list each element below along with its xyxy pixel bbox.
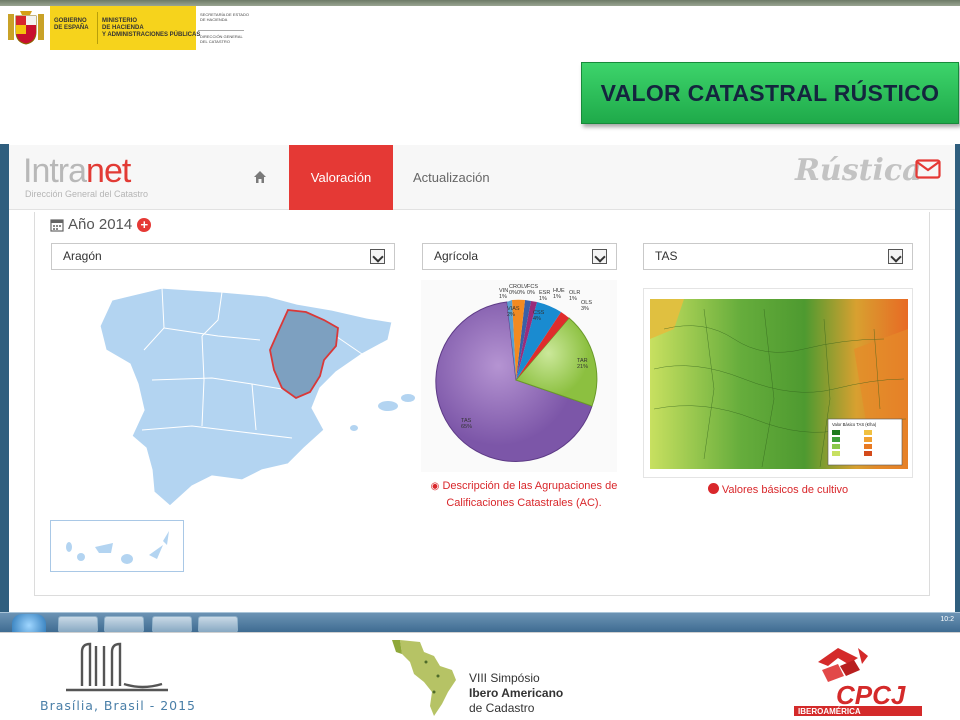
pie-chart-svg: VIN 1% CR 0% OLV 0% FCS 0% ESR 1% HUE 1% OLR 1%… [435,284,598,462]
region-select-value: Aragón [63,249,102,263]
crop-select-value: TAS [655,249,678,263]
symposium-line-1: VIII Simpósio [469,671,540,685]
pie-label-vin: VIN 1% [499,288,508,300]
pie-label-tar: TAR 21% [577,358,588,370]
cpcj-text: CPCJ [836,680,906,710]
pie-label-fcs: FCS 0% [527,284,538,296]
secretaria-text: SECRETARÍA DE ESTADO DE HACIENDA [200,12,249,22]
intranet-navbar: Intranet Dirección General del Catastro … [9,145,955,210]
symposium-text: VIII Simpósio Ibero Americano de Cadastr… [469,671,563,716]
brand-subtitle: Dirección General del Catastro [25,189,149,199]
direccion-text: DIRECCIÓN GENERAL DEL CATASTRO [200,34,243,44]
footer-divider [0,632,960,633]
latin-america-map-logo [392,640,456,716]
cpcj-logo: CPCJ IBEROAMÉRICA [794,648,922,716]
taskbar-button[interactable] [58,616,98,633]
tab-valoracion[interactable]: Valoración [289,145,393,210]
add-year-icon[interactable]: + [137,217,152,232]
eye-icon: ◉ [430,481,440,492]
taskbar-clock: 10:2 [940,616,954,623]
spain-mainland [99,287,393,507]
pie-caption-text: Descripción de las Agrupaciones de Calif… [442,480,618,509]
slide: GOBIERNO DE ESPAÑA MINISTERIO DE HACIEND… [0,0,960,720]
pie-label-hue: HUE 1% [553,288,565,300]
agrupaciones-pie-chart: VIN 1% CR 0% OLV 0% FCS 0% ESR 1% HUE 1% OLR 1%… [421,280,617,472]
canary-islands-inset[interactable] [50,520,184,572]
symposium-line-3-text: de Cadastro [469,701,535,715]
use-select[interactable]: Agrícola [422,243,617,270]
year-heading: Año 2014 + [50,216,152,233]
circle-arrow-icon [707,483,719,494]
tas-caption-text: Valores básicos de cultivo [721,484,849,496]
windows-taskbar: 10:2 [0,612,960,633]
tas-values-map[interactable]: Valor Básico TAS (€/ha) [643,288,913,478]
symposium-line-2-text: Ibero Americano [469,686,564,700]
footer-city-text: Brasília, Brasil - 2015 [40,698,197,713]
chevron-down-icon[interactable] [888,249,903,264]
chevron-down-icon[interactable] [370,249,385,264]
taskbar-button[interactable] [198,616,238,633]
gobierno-text: GOBIERNO DE ESPAÑA [54,18,89,31]
envelope-icon[interactable] [915,159,941,179]
coat-of-arms-icon [8,11,44,45]
map-legend-title: Valor Básico TAS (€/ha) [832,422,877,427]
symposium-line-3: de Cadastro [469,701,563,716]
slide-title: VALOR CATASTRAL RÚSTICO [600,79,940,106]
taskbar-button[interactable] [104,616,144,633]
chevron-down-icon[interactable] [592,249,607,264]
tas-caption[interactable]: Valores básicos de cultivo [643,483,913,496]
section-title-rustica: Rústica [795,153,922,188]
gov-divider [97,12,98,44]
pie-label-olr: OLR 1% [569,290,580,302]
region-select[interactable]: Aragón [51,243,395,270]
crop-select[interactable]: TAS [643,243,913,270]
use-select-value: Agrícola [434,249,479,263]
gobierno-logo: GOBIERNO DE ESPAÑA MINISTERIO DE HACIEND… [4,6,249,50]
brand-name: Intranet [23,152,131,190]
home-icon[interactable] [253,170,267,184]
window-left-border [0,144,9,612]
taskbar-button[interactable] [152,616,192,633]
year-label: Año 2014 [68,216,133,233]
symposium-line-2: Ibero Americano [469,686,563,701]
cpcj-subtitle: IBEROAMÉRICA [798,707,861,716]
pie-label-esr: ESR 1% [539,290,550,302]
window-right-border [955,144,960,612]
ministerio-text: MINISTERIO DE HACIENDA Y ADMINISTRACIONE… [102,18,201,38]
spain-regions-map[interactable] [92,280,422,512]
pie-caption[interactable]: ◉ Descripción de las Agrupaciones de Cal… [424,478,624,511]
pie-label-tas: TAS 65% [461,418,472,430]
intranet-brand[interactable]: Intranet Dirección General del Catastro [23,153,148,199]
tas-map-svg: Valor Básico TAS (€/ha) [650,299,908,469]
brasilia-congress-logo [66,642,168,692]
pie-label-ols: OLS 3% [581,300,592,312]
start-button[interactable] [12,614,46,633]
slide-title-badge: VALOR CATASTRAL RÚSTICO [581,62,959,124]
canary-islands-map [66,531,169,564]
pie-label-cr: CR 0% [509,284,517,296]
tab-actualizacion[interactable]: Actualización [413,145,490,210]
calendar-icon [50,218,64,232]
gov-sub-divider [198,30,244,31]
